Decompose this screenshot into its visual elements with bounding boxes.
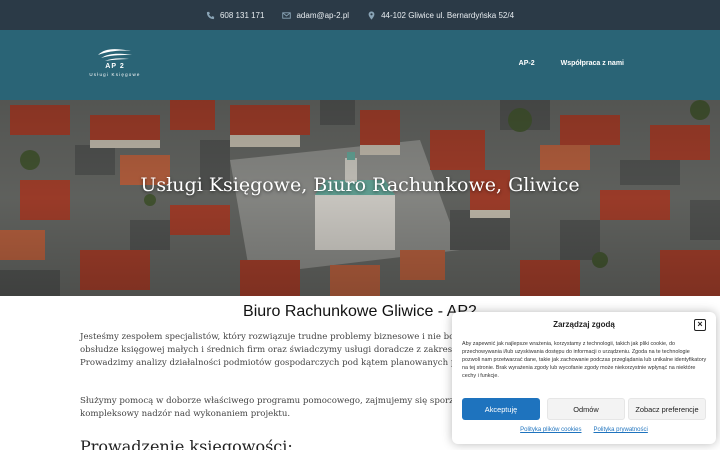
cookie-dialog-title: Zarządzaj zgodą (553, 320, 615, 329)
main-navbar: AP 2 Usługi Księgowe AP-2 Współpraca z n… (0, 30, 720, 100)
privacy-policy-link[interactable]: Polityka prywatności (594, 427, 648, 433)
cookie-dialog-text: Aby zapewnić jak najlepsze wrażenia, kor… (462, 341, 707, 379)
main-menu: AP-2 Współpraca z nami (519, 60, 624, 67)
section-heading: Prowadzenie księgowości: (80, 437, 293, 450)
hero-banner: Usługi Księgowe, Biuro Rachunkowe, Gliwi… (0, 100, 720, 296)
logo-name: AP 2 (105, 63, 125, 70)
top-info-bar: 608 131 171 adam@ap-2.pl 44-102 Gliwice … (0, 0, 720, 30)
preferences-button[interactable]: Zobacz preferencje (628, 398, 706, 420)
phone-contact[interactable]: 608 131 171 (206, 10, 265, 20)
email-address: adam@ap-2.pl (296, 10, 350, 20)
accept-button[interactable]: Akceptuję (462, 398, 540, 420)
address-contact: 44-102 Gliwice ul. Bernardyńska 52/4 (367, 11, 514, 20)
cookie-consent-dialog: Zarządzaj zgodą × Aby zapewnić jak najle… (452, 312, 716, 444)
phone-icon (206, 11, 215, 19)
phone-number: 608 131 171 (219, 10, 265, 20)
nav-link-wspolpraca[interactable]: Współpraca z nami (561, 60, 624, 67)
email-contact[interactable]: adam@ap-2.pl (282, 11, 349, 20)
deny-button[interactable]: Odmów (547, 398, 625, 420)
address-text: 44-102 Gliwice ul. Bernardyńska 52/4 (381, 10, 515, 20)
hero-title: Usługi Księgowe, Biuro Rachunkowe, Gliwi… (140, 174, 580, 196)
cookie-policy-links: Polityka plików cookies Polityka prywatn… (452, 427, 716, 433)
map-pin-icon (368, 10, 375, 20)
wave-logo-icon (98, 49, 132, 61)
envelope-icon (282, 11, 292, 19)
site-logo[interactable]: AP 2 Usługi Księgowe (86, 46, 144, 86)
close-icon[interactable]: × (694, 319, 706, 331)
cookie-policy-link[interactable]: Polityka plików cookies (520, 427, 581, 433)
logo-tagline: Usługi Księgowe (89, 72, 141, 77)
nav-link-ap2[interactable]: AP-2 (519, 60, 535, 67)
hero-town-image (0, 100, 720, 296)
